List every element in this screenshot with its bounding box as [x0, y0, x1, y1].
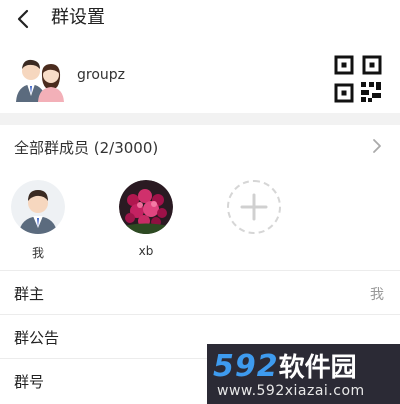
- watermark-brand-cn: 软件园: [278, 353, 357, 383]
- all-members-row[interactable]: 全部群成员 (2/3000): [0, 125, 400, 169]
- top-bar: 群设置: [0, 0, 400, 40]
- group-owner-value: 我: [370, 287, 384, 303]
- member-item[interactable]: 我: [11, 180, 65, 261]
- chevron-left-icon: [17, 9, 29, 29]
- plus-icon: [240, 193, 268, 221]
- group-announcement-label: 群公告: [14, 329, 60, 347]
- member-name: xb: [138, 244, 154, 258]
- watermark-logo: 592软件园: [213, 347, 357, 384]
- back-button[interactable]: [10, 5, 36, 33]
- member-avatar: [119, 180, 173, 234]
- watermark-url: www.592xiazai.com: [217, 383, 365, 399]
- all-members-label: 全部群成员 (2/3000): [14, 139, 159, 157]
- add-member-button[interactable]: [227, 180, 281, 234]
- page-title: 群设置: [51, 7, 105, 28]
- group-name: groupz: [77, 67, 126, 83]
- group-info-card[interactable]: groupz: [0, 44, 400, 112]
- member-item[interactable]: xb: [119, 180, 173, 258]
- group-owner-row[interactable]: 群主 我: [0, 271, 400, 315]
- group-owner-label: 群主: [14, 285, 45, 303]
- member-avatar: [11, 180, 65, 234]
- chevron-right-icon: [373, 139, 381, 153]
- user-avatar-icon: [11, 180, 65, 234]
- watermark-brand: 592: [213, 349, 279, 384]
- group-number-label: 群号: [14, 373, 45, 391]
- site-watermark: 592软件园 www.592xiazai.com: [207, 344, 400, 404]
- qr-code-icon[interactable]: [334, 55, 382, 103]
- member-name: 我: [31, 246, 44, 260]
- section-gap: [0, 113, 400, 125]
- group-avatar: [16, 59, 64, 102]
- flower-photo-avatar: [119, 180, 173, 234]
